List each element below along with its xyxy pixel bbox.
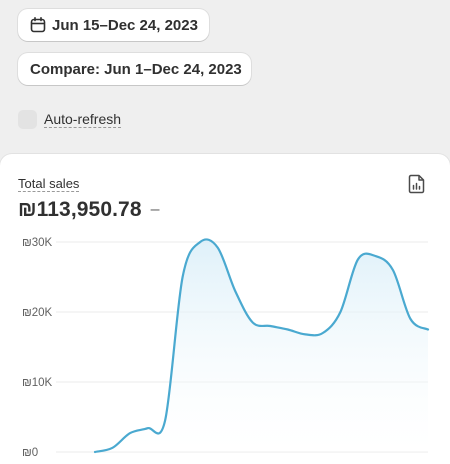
sales-area-fill: [95, 239, 428, 452]
auto-refresh-toggle[interactable]: Auto-refresh: [18, 110, 122, 129]
y-tick-label: ₪30K: [22, 237, 53, 249]
date-range-label: Jun 15–Dec 24, 2023: [52, 16, 198, 34]
report-icon[interactable]: [408, 174, 426, 194]
y-tick-label: ₪0: [22, 447, 38, 459]
total-sales-row: ₪113,950.78 –: [18, 198, 160, 222]
calendar-icon: [30, 17, 46, 33]
total-sales-value: ₪113,950.78: [18, 198, 142, 221]
auto-refresh-label: Auto-refresh: [44, 111, 122, 128]
date-range-button[interactable]: Jun 15–Dec 24, 2023: [18, 9, 209, 41]
compare-range-button[interactable]: Compare: Jun 1–Dec 24, 2023: [18, 53, 251, 85]
y-tick-label: ₪20K: [22, 307, 53, 319]
card-title[interactable]: Total sales: [18, 176, 80, 192]
report-toolbar: Jun 15–Dec 24, 2023 Compare: Jun 1–Dec 2…: [0, 0, 450, 152]
auto-refresh-checkbox[interactable]: [18, 110, 37, 129]
total-sales-change: –: [150, 201, 160, 218]
total-sales-card: ₪30K ₪20K ₪10K ₪0 Total sales ₪113,950.78 –: [0, 154, 450, 464]
y-tick-label: ₪10K: [22, 377, 53, 389]
compare-range-label: Compare: Jun 1–Dec 24, 2023: [30, 60, 242, 78]
